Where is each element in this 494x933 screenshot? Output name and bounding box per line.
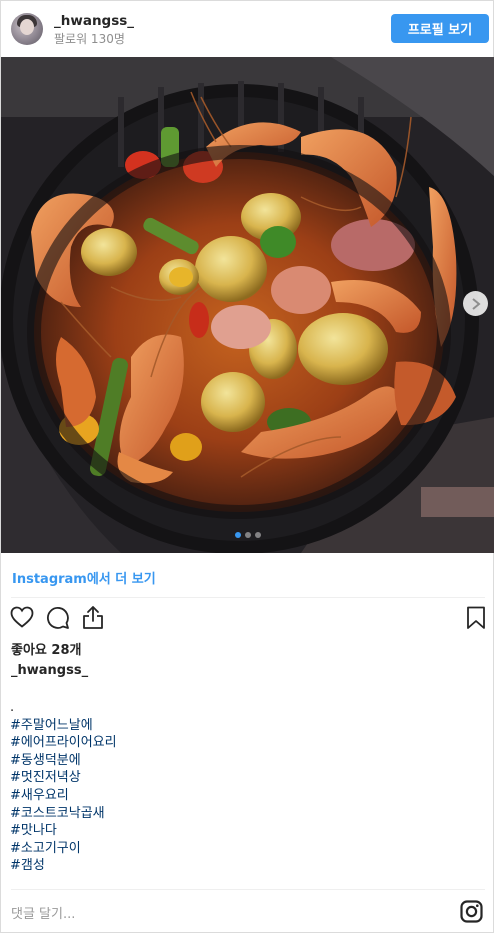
post-header: _hwangss_ 팔로워 130명 프로필 보기: [1, 1, 494, 57]
air-fryer-food-photo: [1, 57, 494, 553]
share-icon: [83, 606, 103, 629]
hashtag[interactable]: #맛나다: [10, 822, 117, 840]
hashtag[interactable]: #갬성: [10, 857, 117, 875]
carousel-dot: [235, 532, 241, 538]
divider: [11, 889, 485, 890]
follower-count: 팔로워 130명: [54, 32, 125, 46]
view-profile-button[interactable]: 프로필 보기: [391, 14, 489, 43]
add-comment-link[interactable]: 댓글 달기...: [11, 903, 75, 922]
bookmark-icon: [467, 606, 485, 629]
hashtag[interactable]: #멋진저녁상: [10, 769, 117, 787]
share-button[interactable]: [82, 605, 104, 634]
caption-text: .: [10, 700, 15, 715]
carousel-dot: [255, 532, 261, 538]
hashtag[interactable]: #에어프라이어요리: [10, 734, 117, 752]
like-count[interactable]: 좋아요 28개: [11, 639, 81, 658]
next-image-button[interactable]: [463, 291, 488, 316]
hashtag[interactable]: #동생덕분에: [10, 752, 117, 770]
chevron-right-icon: [471, 297, 481, 310]
hashtag[interactable]: #새우요리: [10, 787, 117, 805]
hashtag[interactable]: #코스트코낙곱새: [10, 805, 117, 823]
comment-icon: [47, 607, 69, 629]
heart-icon: [10, 606, 34, 628]
header-username[interactable]: _hwangss_: [54, 13, 134, 29]
like-button[interactable]: [10, 606, 34, 632]
instagram-logo-link[interactable]: [460, 900, 483, 923]
avatar[interactable]: [11, 13, 43, 45]
post-caption: . #주말어느날에 #에어프라이어요리 #동생덕분에 #멋진저녁상 #새우요리 …: [10, 699, 117, 875]
divider: [11, 597, 485, 598]
carousel-indicator: [1, 532, 494, 538]
instagram-icon: [460, 900, 483, 923]
caption-username[interactable]: _hwangss_: [11, 663, 88, 678]
save-button[interactable]: [466, 606, 486, 634]
post-image[interactable]: [1, 57, 494, 553]
instagram-embed: _hwangss_ 팔로워 130명 프로필 보기 Instagram에서 더 …: [0, 0, 494, 933]
comment-button[interactable]: [46, 606, 70, 634]
view-more-on-instagram-link[interactable]: Instagram에서 더 보기: [12, 568, 156, 587]
hashtag[interactable]: #소고기구이: [10, 840, 117, 858]
hashtag[interactable]: #주말어느날에: [10, 717, 117, 735]
carousel-dot: [245, 532, 251, 538]
